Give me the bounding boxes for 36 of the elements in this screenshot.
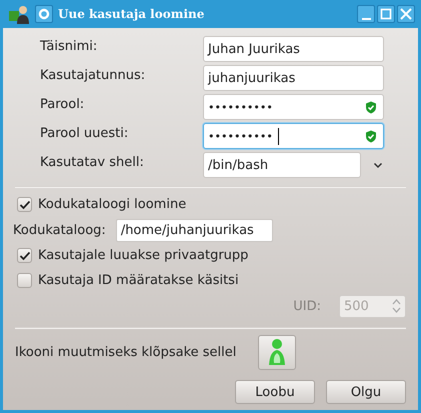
circle-icon: [38, 8, 50, 20]
window-title: Uue kasutaja loomine: [58, 7, 204, 21]
shield-icon: [365, 100, 377, 114]
field-label: UID:: [293, 298, 321, 314]
checkbox-label: Kodukataloogi loomine: [38, 197, 186, 212]
dialog-button[interactable]: Olgu: [326, 380, 406, 404]
password-field[interactable]: ••••••••••: [203, 123, 384, 149]
maximize-icon: [380, 8, 392, 20]
minimize-button[interactable]: [357, 5, 375, 23]
combo-field[interactable]: /bin/bash: [203, 152, 361, 178]
field-label: Kasutajatunnus:: [40, 67, 146, 85]
users-icon: [8, 4, 30, 24]
menu-button[interactable]: [35, 5, 53, 23]
shield-icon: [365, 130, 377, 142]
field-label: Parool:: [40, 96, 86, 114]
field-label: Kodukataloog:: [13, 222, 106, 238]
input-field[interactable]: Juhan Juurikas: [203, 36, 384, 62]
field-label: Parool uuesti:: [40, 125, 130, 143]
password-field[interactable]: ••••••••••: [203, 94, 384, 120]
field-label: Kasutatav shell:: [40, 154, 145, 172]
checkbox-label: Kasutajale luuakse privaatgrupp: [38, 248, 248, 263]
field-label: Täisnimi:: [40, 38, 98, 56]
checkbox-label: Kasutaja ID määratakse käsitsi: [38, 273, 239, 288]
checkbox[interactable]: [17, 248, 32, 263]
input-field[interactable]: /home/juhanjuurikas: [116, 218, 273, 242]
icon-label: Ikooni muutmiseks klõpsake sellel: [15, 344, 236, 360]
close-icon: [400, 8, 412, 20]
maximize-button[interactable]: [377, 5, 395, 23]
checkbox[interactable]: [17, 273, 32, 288]
input-field[interactable]: juhanjuurikas: [203, 65, 384, 91]
checkbox[interactable]: [17, 197, 32, 212]
dialog-button[interactable]: Loobu: [235, 380, 315, 404]
close-button[interactable]: [397, 5, 415, 23]
person-icon: [267, 338, 288, 366]
minimize-icon: [362, 18, 370, 20]
chevron-down-icon[interactable]: [373, 162, 383, 168]
